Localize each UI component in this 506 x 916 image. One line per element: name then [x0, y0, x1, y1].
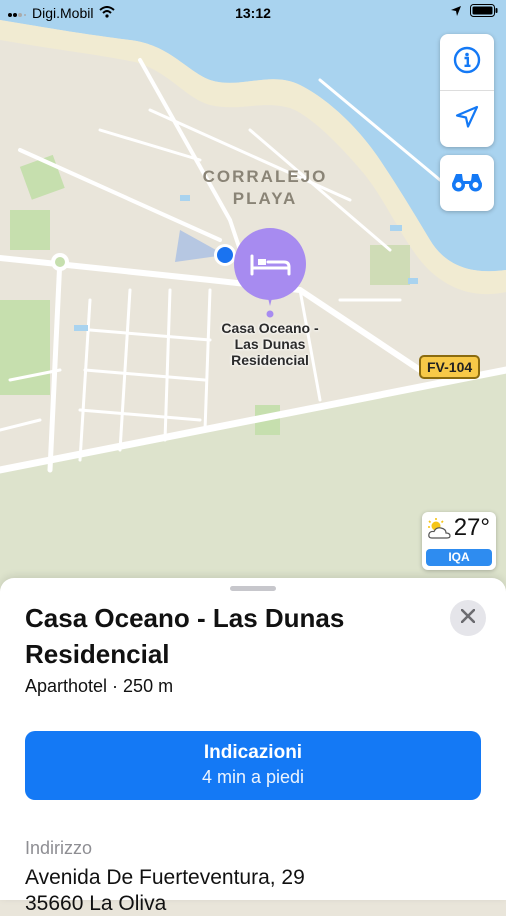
district-label: CORRALEJO PLAYA: [190, 166, 340, 210]
directions-label: Indicazioni: [203, 742, 303, 763]
map-controls: [440, 34, 494, 211]
close-button[interactable]: [450, 600, 486, 636]
location-arrow-icon: [454, 104, 480, 135]
partly-cloudy-icon: [426, 518, 452, 545]
directions-button[interactable]: Indicazioni 4 min a piedi: [25, 731, 481, 800]
poi-label-line3: Residencial: [231, 352, 309, 368]
poi-label-line1: Casa Oceano -: [221, 320, 319, 336]
tracking-button[interactable]: [440, 90, 494, 147]
look-around-button[interactable]: [440, 155, 494, 211]
weather-widget[interactable]: 27° IQA: [422, 512, 496, 570]
district-label-line1: CORRALEJO: [202, 167, 328, 186]
directions-eta: 4 min a piedi: [201, 767, 305, 787]
temperature: 27°: [453, 514, 490, 541]
aqi-badge: IQA: [426, 549, 492, 566]
info-icon: [453, 46, 481, 79]
address-line2[interactable]: 35660 La Oliva: [25, 892, 166, 916]
status-time: 13:12: [235, 5, 271, 21]
poi-label[interactable]: Casa Oceano - Las Dunas Residencial: [190, 320, 350, 368]
sheet-grabber[interactable]: [230, 586, 276, 591]
close-icon: [460, 608, 476, 628]
place-title: Casa Oceano - Las Dunas Residencial: [25, 603, 345, 669]
status-bar: Digi.Mobil 13:12: [0, 0, 506, 26]
district-label-line2: PLAYA: [232, 189, 298, 208]
address-line1[interactable]: Avenida De Fuerteventura, 29: [25, 866, 305, 890]
poi-label-line2: Las Dunas: [234, 336, 306, 352]
road-shield: FV-104: [419, 355, 481, 379]
binoculars-icon: [450, 170, 484, 197]
address-label: Indirizzo: [25, 838, 93, 858]
battery-icon: [470, 4, 498, 20]
info-button[interactable]: [440, 34, 494, 90]
location-services-icon: [450, 4, 462, 20]
map-control-group: [440, 34, 494, 147]
place-subtitle: Aparthotel · 250 m: [25, 676, 174, 696]
place-card: Casa Oceano - Las Dunas Residencial Apar…: [0, 578, 506, 915]
